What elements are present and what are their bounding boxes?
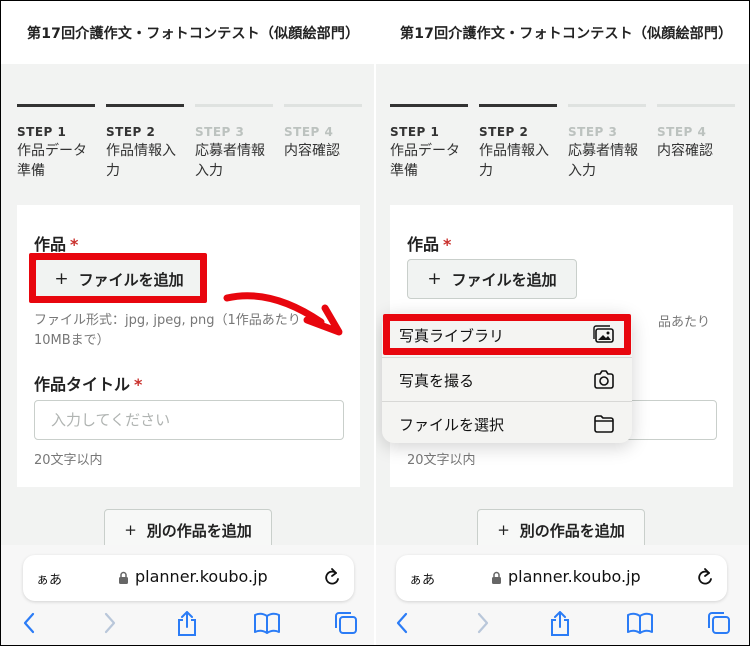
browser-chrome: ぁあ planner.koubo.jp	[376, 545, 749, 645]
add-file-button[interactable]: + ファイルを追加	[407, 259, 577, 299]
step-bar	[17, 104, 95, 107]
forward-icon[interactable]	[475, 611, 491, 635]
add-another-label: 別の作品を追加	[146, 521, 252, 540]
step-name: 作品情報入力	[106, 143, 176, 179]
red-arrow-icon	[223, 292, 343, 336]
reload-icon[interactable]	[696, 568, 714, 588]
right-screen: 第17回介護作文・フォトコンテスト（似顔絵部門） STEP 1 作品データ 準備 …	[376, 1, 749, 645]
step-name: 内容確認	[657, 143, 713, 159]
title-length-hint: 20文字以内	[34, 453, 103, 468]
step-bar	[568, 104, 646, 107]
text-size-button[interactable]: ぁあ	[409, 569, 435, 588]
reload-icon[interactable]	[323, 568, 341, 588]
file-format-hint-partial: 品あたり	[658, 315, 711, 330]
lock-icon	[492, 571, 501, 584]
camera-icon	[594, 370, 614, 389]
step-label: STEP 2	[106, 125, 156, 139]
menu-item-label: ファイルを選択	[399, 415, 505, 434]
step-4: STEP 4 内容確認	[284, 104, 362, 161]
step-bar	[284, 104, 362, 107]
step-name: 内容確認	[284, 143, 340, 159]
step-name: 作品データ 準備	[17, 143, 87, 179]
menu-item-label: 写真を撮る	[399, 371, 475, 390]
step-name: 応募者情報 入力	[195, 143, 265, 179]
work-label: 作品 *	[34, 235, 79, 254]
browser-toolbar	[376, 611, 749, 641]
share-icon[interactable]	[176, 611, 198, 637]
step-bar	[657, 104, 735, 107]
step-label: STEP 3	[195, 125, 245, 139]
back-icon[interactable]	[394, 611, 410, 635]
step-bar	[390, 104, 468, 107]
folder-icon	[594, 415, 614, 433]
step-label: STEP 3	[568, 125, 618, 139]
step-label: STEP 4	[657, 125, 707, 139]
lock-icon	[119, 571, 128, 584]
title-input[interactable]	[34, 400, 344, 440]
highlight-photo-library	[383, 314, 631, 355]
title-length-hint: 20文字以内	[407, 453, 476, 468]
page-header: 第17回介護作文・フォトコンテスト（似顔絵部門）	[376, 1, 749, 64]
highlight-add-file	[29, 253, 207, 303]
url-text: planner.koubo.jp	[508, 567, 641, 586]
step-bar	[106, 104, 184, 107]
forward-icon[interactable]	[102, 611, 118, 635]
work-label: 作品 *	[407, 235, 452, 254]
step-label: STEP 1	[390, 125, 440, 139]
step-label: STEP 2	[479, 125, 529, 139]
required-mark: *	[70, 235, 79, 254]
step-name: 作品データ 準備	[390, 143, 460, 179]
text-size-button[interactable]: ぁあ	[36, 569, 62, 588]
plus-icon: +	[124, 521, 137, 539]
menu-item-take-photo[interactable]: 写真を撮る	[382, 358, 632, 402]
address-bar[interactable]: ぁあ planner.koubo.jp	[396, 555, 727, 601]
comparison-frame: 第17回介護作文・フォトコンテスト（似顔絵部門） STEP 1 作品データ 準備 …	[0, 0, 750, 646]
browser-toolbar	[1, 611, 374, 641]
tabs-icon[interactable]	[334, 611, 358, 635]
required-mark: *	[443, 235, 452, 254]
browser-chrome: ぁあ planner.koubo.jp	[1, 545, 374, 645]
step-bar	[195, 104, 273, 107]
plus-icon: +	[427, 269, 442, 289]
bookmarks-icon[interactable]	[253, 611, 281, 635]
tabs-icon[interactable]	[707, 611, 731, 635]
step-4: STEP 4 内容確認	[657, 104, 735, 161]
page-header: 第17回介護作文・フォトコンテスト（似顔絵部門）	[1, 1, 374, 64]
menu-item-choose-file[interactable]: ファイルを選択	[382, 402, 632, 443]
plus-icon: +	[497, 521, 510, 539]
entry-form-card: 作品 * + ファイルを追加 ファイル形式：jpg, jpeg, png（1作品あ…	[17, 205, 360, 487]
share-icon[interactable]	[549, 611, 571, 637]
step-name: 作品情報入力	[479, 143, 549, 179]
url-text: planner.koubo.jp	[135, 567, 268, 586]
step-3: STEP 3 応募者情報 入力	[568, 104, 646, 181]
step-label: STEP 1	[17, 125, 67, 139]
step-name: 応募者情報 入力	[568, 143, 638, 179]
step-bar	[479, 104, 557, 107]
address-bar[interactable]: ぁあ planner.koubo.jp	[23, 555, 354, 601]
title-label: 作品タイトル *	[34, 375, 143, 394]
step-1: STEP 1 作品データ 準備	[17, 104, 95, 181]
add-another-label: 別の作品を追加	[519, 521, 625, 540]
step-2: STEP 2 作品情報入力	[106, 104, 184, 181]
bookmarks-icon[interactable]	[626, 611, 654, 635]
page-title: 第17回介護作文・フォトコンテスト（似顔絵部門）	[27, 26, 360, 42]
step-1: STEP 1 作品データ 準備	[390, 104, 468, 181]
back-icon[interactable]	[21, 611, 37, 635]
add-file-label: ファイルを追加	[451, 270, 557, 289]
step-2: STEP 2 作品情報入力	[479, 104, 557, 181]
step-3: STEP 3 応募者情報 入力	[195, 104, 273, 181]
required-mark: *	[134, 375, 143, 394]
step-label: STEP 4	[284, 125, 334, 139]
page-title: 第17回介護作文・フォトコンテスト（似顔絵部門）	[400, 26, 733, 42]
